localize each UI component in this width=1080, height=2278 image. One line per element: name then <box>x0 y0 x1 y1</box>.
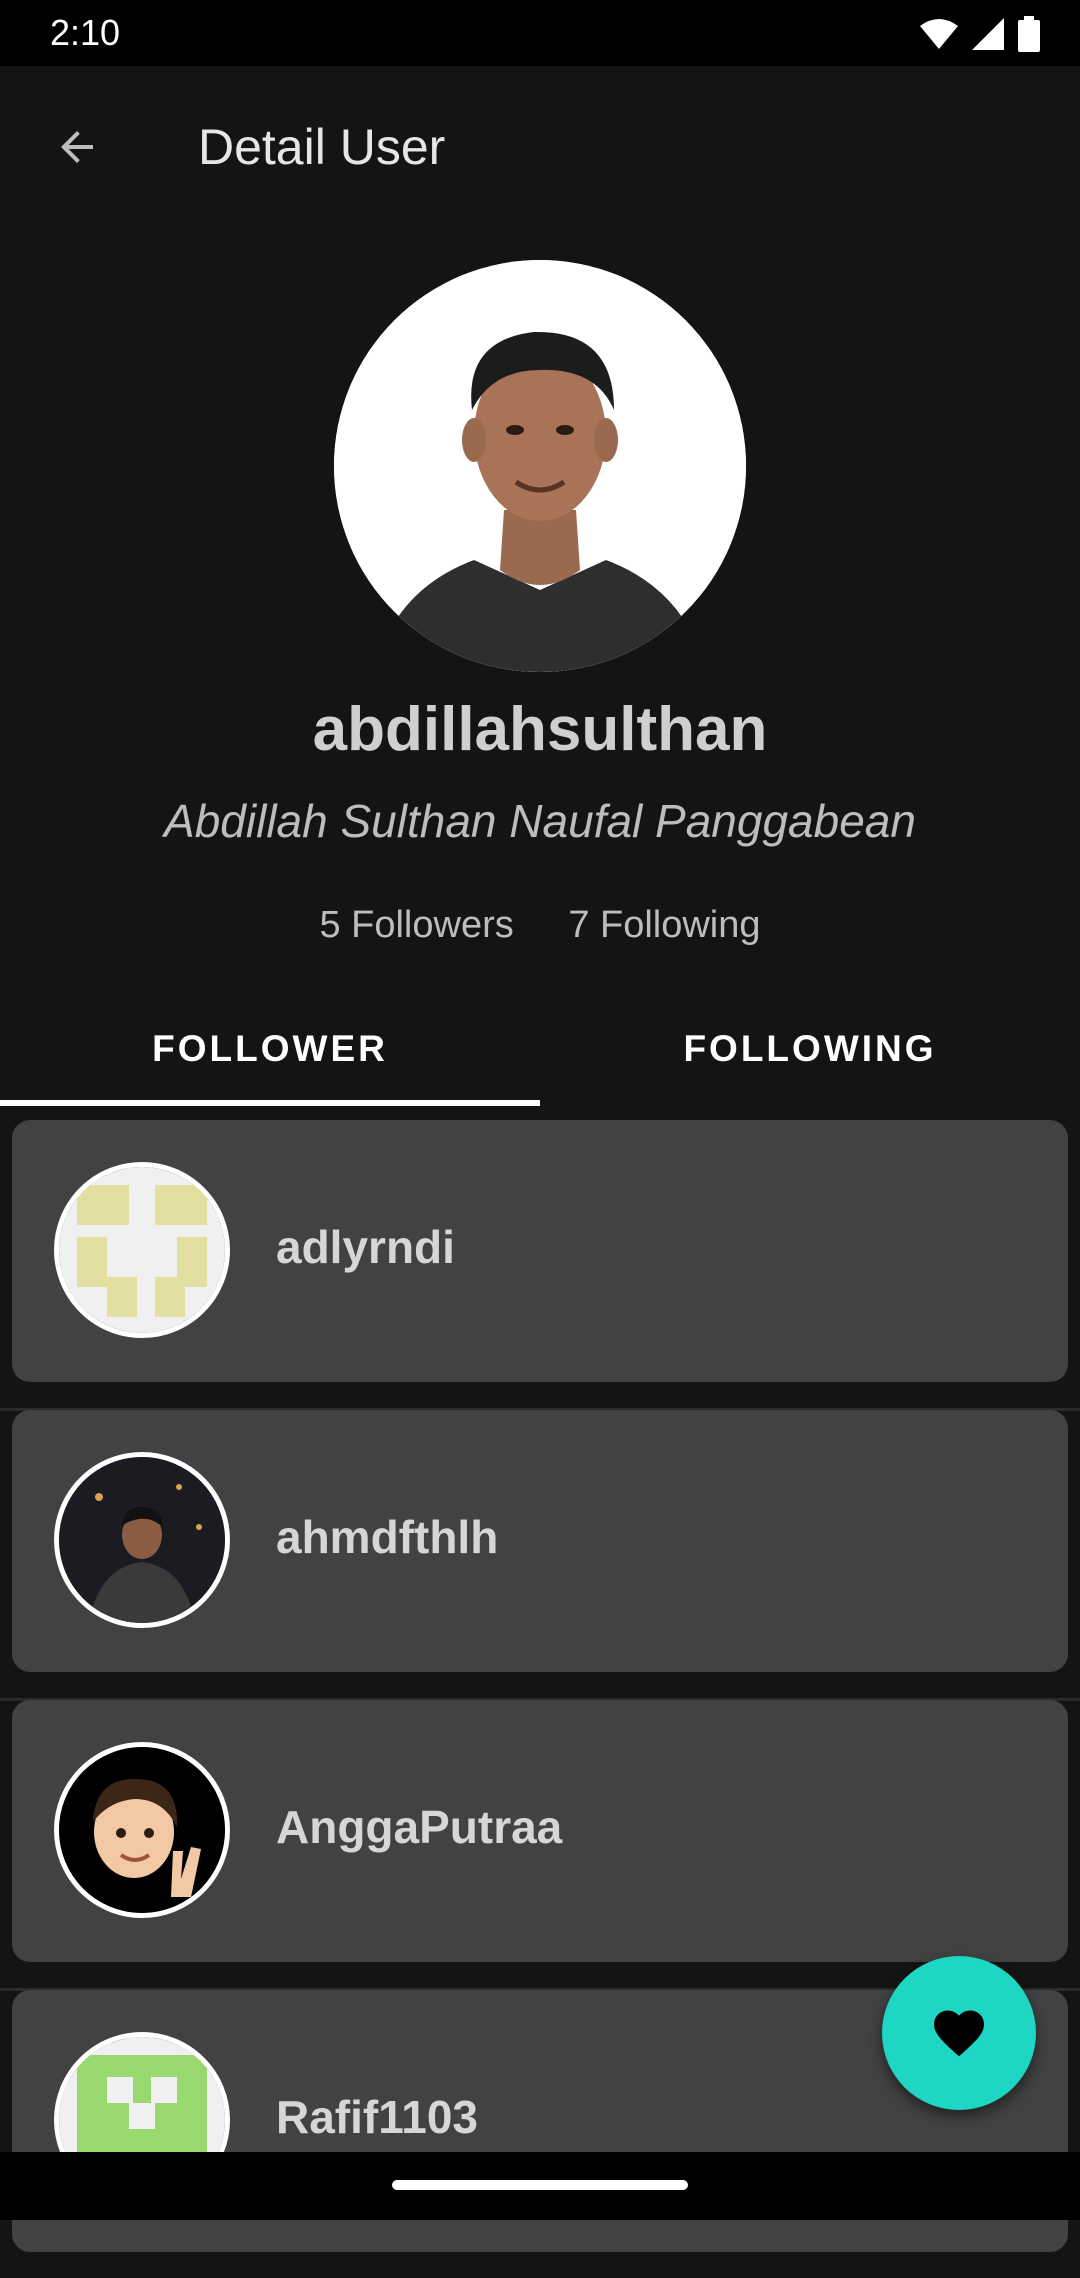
user-avatar <box>54 1742 230 1918</box>
user-avatar <box>54 1452 230 1628</box>
home-gesture-handle[interactable] <box>392 2180 688 2190</box>
user-name: ahmdfthlh <box>276 1511 499 1563</box>
status-bar: 2:10 <box>0 0 1080 66</box>
tab-follower[interactable]: FOLLOWER <box>0 990 540 1108</box>
user-card[interactable]: AnggaPutraa <box>12 1700 1068 1962</box>
app-bar: Detail User <box>0 66 1080 224</box>
user-name: adlyrndi <box>276 1221 455 1273</box>
profile-stats: 5 Followers 7 Following <box>0 904 1080 947</box>
list-item[interactable]: ahmdfthlh <box>0 1408 1080 1701</box>
list-item[interactable]: AnggaPutraa <box>0 1698 1080 1991</box>
profile-avatar <box>334 260 746 672</box>
wifi-icon <box>920 19 958 49</box>
user-card[interactable]: adlyrndi <box>12 1120 1068 1382</box>
following-count: 7 Following <box>568 904 761 946</box>
page-title: Detail User <box>198 119 446 175</box>
user-name: AnggaPutraa <box>276 1801 563 1853</box>
tab-indicator <box>0 1100 540 1106</box>
user-name: Rafif1103 <box>276 2091 479 2143</box>
followers-count: 5 Followers <box>319 904 514 946</box>
list-item[interactable]: adlyrndi <box>0 1118 1080 1411</box>
status-time: 2:10 <box>50 12 121 53</box>
heart-icon <box>934 2010 984 2057</box>
navigation-bar <box>0 2152 1080 2220</box>
tab-following[interactable]: FOLLOWING <box>540 990 1080 1108</box>
profile-username: abdillahsulthan <box>312 695 768 764</box>
user-card[interactable]: ahmdfthlh <box>12 1410 1068 1672</box>
user-avatar <box>54 1162 230 1338</box>
profile-full-name: Abdillah Sulthan Naufal Panggabean <box>164 795 916 847</box>
arrow-back-icon <box>61 131 93 163</box>
favorite-fab-button[interactable] <box>882 1956 1036 2110</box>
battery-icon <box>1018 16 1040 52</box>
back-button[interactable] <box>40 110 114 184</box>
signal-icon <box>972 18 1004 50</box>
tab-bar: FOLLOWER FOLLOWING <box>0 990 1080 1108</box>
